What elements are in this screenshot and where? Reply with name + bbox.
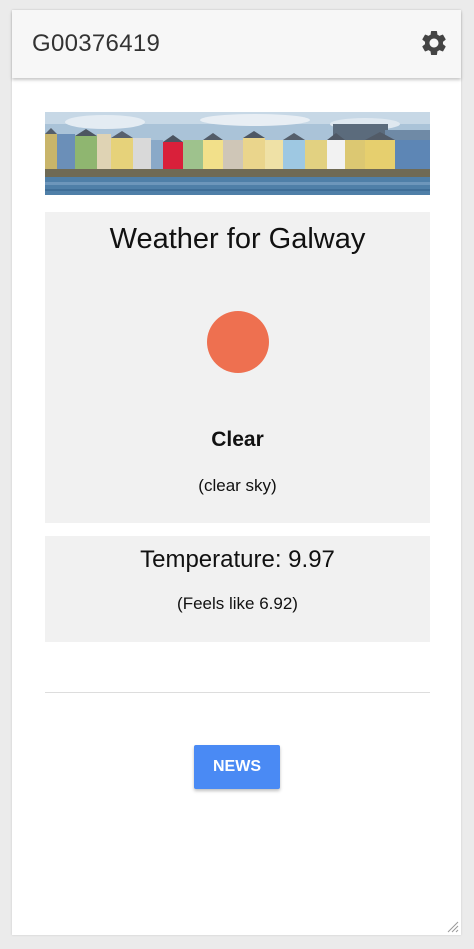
weather-title: Weather for Galway (109, 223, 366, 255)
weather-card: Weather for Galway Clear (clear sky) (45, 212, 430, 523)
page-title: G00376419 (32, 30, 161, 57)
settings-button[interactable] (419, 28, 449, 58)
temperature-card: Temperature: 9.97 (Feels like 6.92) (45, 536, 430, 642)
feels-like-value: (Feels like 6.92) (177, 594, 298, 613)
app-window: G00376419 Weather for Galway Clear (clea… (12, 10, 461, 935)
divider (45, 692, 430, 693)
weather-condition-icon (207, 311, 269, 373)
weather-condition: Clear (211, 428, 264, 451)
app-toolbar: G00376419 (12, 10, 461, 78)
news-button[interactable]: NEWS (194, 745, 280, 789)
temperature-value: Temperature: 9.97 (140, 546, 335, 573)
weather-description: (clear sky) (198, 476, 277, 495)
gear-icon (422, 30, 446, 55)
resize-grip-icon[interactable] (445, 919, 459, 933)
galway-banner-image (45, 112, 430, 195)
